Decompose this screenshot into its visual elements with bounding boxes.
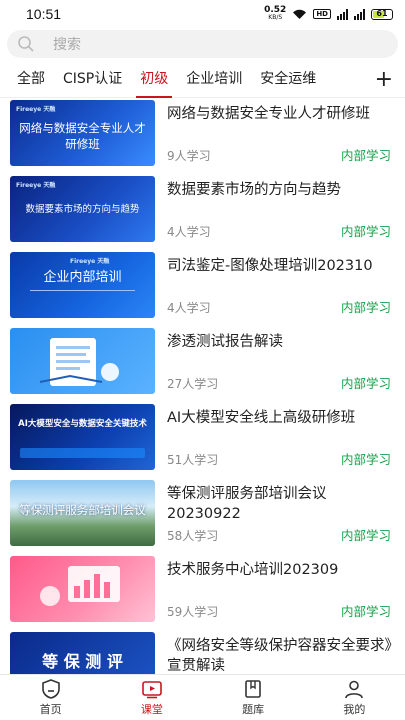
hd-badge: HD — [313, 9, 331, 19]
course-tag: 内部学习 — [340, 376, 391, 391]
course-thumbnail: Fireeye 天融 网络与数据安全专业人才 研修班 — [10, 100, 155, 166]
network-speed-value: 0.52 — [264, 5, 287, 15]
course-item[interactable]: 等 保 测 评 《网络安全等级保护容器安全要求》宣贯解读 — [0, 630, 405, 674]
nav-question-bank[interactable]: 题库 — [203, 675, 304, 720]
search-input[interactable]: 搜索 — [7, 30, 398, 58]
book-icon — [245, 679, 261, 698]
course-title: 司法鉴定-图像处理培训202310 — [167, 258, 373, 274]
nav-question-bank-label: 题库 — [242, 702, 265, 716]
nav-home[interactable]: 首页 — [0, 675, 101, 720]
thumbnail-caption: AI大模型安全与数据安全关键技术 — [18, 419, 147, 429]
course-list: Fireeye 天融 网络与数据安全专业人才 研修班 网络与数据安全专业人才研修… — [0, 98, 405, 674]
thumbnail-banner — [20, 448, 145, 458]
course-item[interactable]: Fireeye 天融 网络与数据安全专业人才 研修班 网络与数据安全专业人才研修… — [0, 98, 405, 174]
thumbnail-caption: 企业内部培训 — [43, 270, 122, 285]
course-item[interactable]: 渗透测试报告解读 27人学习 内部学习 — [0, 326, 405, 402]
course-item[interactable]: 等保测评服务部培训会议 等保测评服务部培训会议20230922 58人学习 内部… — [0, 478, 405, 554]
chart-illustration-icon — [40, 566, 120, 606]
status-time: 10:51 — [26, 6, 62, 22]
search-icon — [18, 36, 34, 52]
search-placeholder: 搜索 — [53, 37, 81, 53]
thumbnail-caption: 等保测评服务部培训会议 — [19, 503, 146, 517]
tab-all[interactable]: 全部 — [0, 62, 54, 98]
thumbnail-caption: 数据要素市场的方向与趋势 — [25, 204, 140, 215]
signal-icon-2 — [354, 8, 365, 20]
video-play-icon — [142, 680, 162, 698]
status-icons: 0.52 KB/S HD 61 — [264, 6, 393, 22]
course-thumbnail — [10, 328, 155, 394]
learner-count: 58人学习 — [167, 529, 219, 543]
brand-logo-icon: Fireeye 天融 — [16, 106, 56, 113]
nav-profile[interactable]: 我的 — [304, 675, 405, 720]
learner-count: 27人学习 — [167, 377, 219, 391]
brand-logo-icon: Fireeye 天融 — [70, 258, 110, 265]
status-bar: 10:51 0.52 KB/S HD 61 — [0, 0, 405, 28]
nav-home-label: 首页 — [39, 702, 62, 716]
thumbnail-subcaption — [30, 290, 135, 294]
tab-enterprise[interactable]: 企业培训 — [177, 62, 251, 98]
course-title: 《网络安全等级保护容器安全要求》宣贯解读 — [167, 638, 392, 674]
bottom-nav: 首页 课堂 题库 我的 — [0, 674, 405, 720]
category-tabs: 全部 CISP认证 初级 企业培训 安全运维 + — [0, 62, 405, 98]
course-title: 网络与数据安全专业人才研修班 — [167, 106, 370, 122]
course-thumbnail: 等 保 测 评 — [10, 632, 155, 674]
learner-count: 51人学习 — [167, 453, 219, 467]
network-speed-unit: KB/S — [268, 14, 283, 21]
course-tag: 内部学习 — [340, 604, 391, 619]
course-title: 技术服务中心培训202309 — [167, 562, 339, 578]
nav-classroom-label: 课堂 — [140, 702, 163, 716]
course-thumbnail — [10, 556, 155, 622]
course-item[interactable]: 技术服务中心培训202309 59人学习 内部学习 — [0, 554, 405, 630]
nav-profile-label: 我的 — [343, 702, 366, 716]
brand-logo-icon: Fireeye 天融 — [16, 182, 56, 189]
course-tag: 内部学习 — [340, 148, 391, 163]
battery-icon: 61 — [371, 8, 393, 20]
course-thumbnail: Fireeye 天融 企业内部培训 — [10, 252, 155, 318]
learner-count: 9人学习 — [167, 149, 211, 163]
course-title: 等保测评服务部培训会议20230922 — [167, 486, 327, 522]
course-title: AI大模型安全线上高级研修班 — [167, 410, 356, 426]
course-tag: 内部学习 — [340, 224, 391, 239]
tab-ops[interactable]: 安全运维 — [251, 62, 325, 98]
course-thumbnail: Fireeye 天融 数据要素市场的方向与趋势 — [10, 176, 155, 242]
course-tag: 内部学习 — [340, 528, 391, 543]
course-thumbnail: 等保测评服务部培训会议 — [10, 480, 155, 546]
nav-classroom[interactable]: 课堂 — [101, 675, 202, 720]
learner-count: 4人学习 — [167, 301, 211, 315]
learner-count: 4人学习 — [167, 225, 211, 239]
document-illustration-icon — [39, 338, 119, 386]
signal-icon — [337, 8, 348, 20]
course-item[interactable]: AI大模型安全与数据安全关键技术 AI大模型安全线上高级研修班 51人学习 内部… — [0, 402, 405, 478]
home-shield-icon — [41, 678, 60, 699]
learner-count: 59人学习 — [167, 605, 219, 619]
thumbnail-caption: 等 保 测 评 — [42, 652, 123, 671]
course-tag: 内部学习 — [340, 300, 391, 315]
course-tag: 内部学习 — [340, 452, 391, 467]
tab-cisp[interactable]: CISP认证 — [54, 62, 131, 98]
wifi-icon — [293, 9, 307, 19]
tab-beginner[interactable]: 初级 — [131, 62, 177, 98]
course-item[interactable]: Fireeye 天融 企业内部培训 司法鉴定-图像处理培训202310 4人学习… — [0, 250, 405, 326]
user-icon — [345, 680, 364, 698]
network-speed: 0.52 KB/S — [264, 6, 286, 22]
add-tab-icon[interactable]: + — [370, 69, 393, 91]
course-thumbnail: AI大模型安全与数据安全关键技术 — [10, 404, 155, 470]
battery-level: 61 — [376, 8, 388, 18]
course-title: 数据要素市场的方向与趋势 — [167, 182, 341, 198]
course-title: 渗透测试报告解读 — [167, 334, 283, 350]
thumbnail-caption: 网络与数据安全专业人才 研修班 — [19, 121, 146, 151]
course-item[interactable]: Fireeye 天融 数据要素市场的方向与趋势 数据要素市场的方向与趋势 4人学… — [0, 174, 405, 250]
